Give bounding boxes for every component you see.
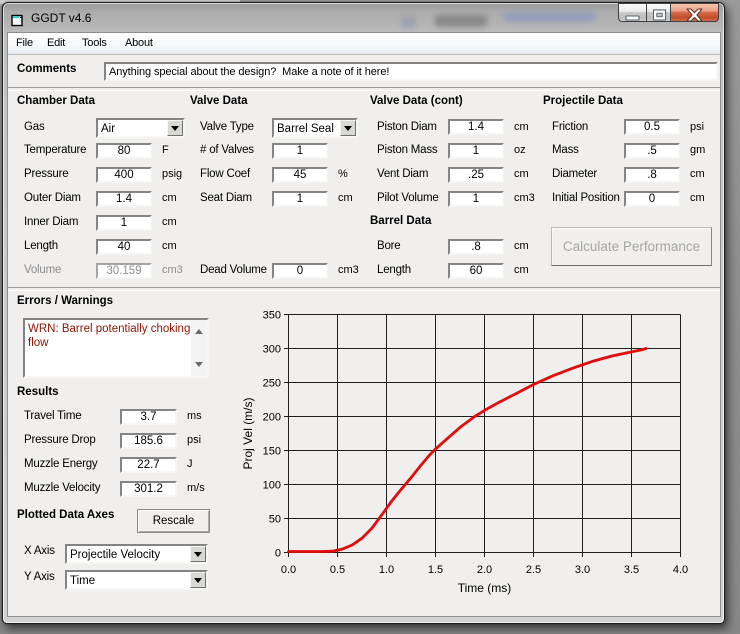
svg-text:3.5: 3.5 bbox=[624, 564, 639, 576]
svg-text:Proj Vel (m/s): Proj Vel (m/s) bbox=[241, 397, 255, 469]
svg-text:Time (ms): Time (ms) bbox=[458, 581, 512, 595]
svg-text:250: 250 bbox=[263, 378, 281, 390]
svg-text:0: 0 bbox=[275, 548, 281, 560]
svg-text:1.0: 1.0 bbox=[379, 564, 394, 576]
svg-text:350: 350 bbox=[263, 310, 281, 322]
svg-text:50: 50 bbox=[269, 514, 281, 526]
svg-text:300: 300 bbox=[263, 344, 281, 356]
svg-text:0.5: 0.5 bbox=[330, 564, 345, 576]
svg-text:4.0: 4.0 bbox=[673, 564, 688, 576]
svg-text:1.5: 1.5 bbox=[428, 564, 443, 576]
svg-text:2.5: 2.5 bbox=[526, 564, 541, 576]
svg-text:0.0: 0.0 bbox=[281, 564, 296, 576]
svg-text:150: 150 bbox=[263, 446, 281, 458]
svg-text:200: 200 bbox=[263, 412, 281, 424]
svg-text:3.0: 3.0 bbox=[575, 564, 590, 576]
svg-text:100: 100 bbox=[263, 480, 281, 492]
svg-text:2.0: 2.0 bbox=[477, 564, 492, 576]
